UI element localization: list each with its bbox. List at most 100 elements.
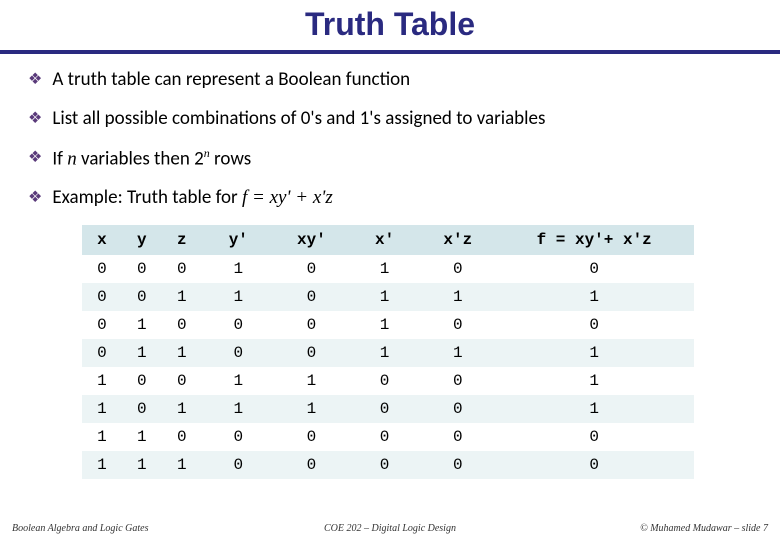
title-bar: Truth Table <box>0 0 780 54</box>
table-cell: 1 <box>162 283 202 311</box>
table-cell: 1 <box>82 423 122 451</box>
bullet-item: ❖ Example: Truth table for f = xy' + x'z <box>28 186 752 209</box>
table-cell: 0 <box>494 311 694 339</box>
table-cell: 1 <box>122 339 162 367</box>
table-cell: 1 <box>122 423 162 451</box>
footer: Boolean Algebra and Logic Gates COE 202 … <box>0 523 780 534</box>
table-cell: 1 <box>202 283 275 311</box>
table-cell: 1 <box>202 367 275 395</box>
content-area: ❖ A truth table can represent a Boolean … <box>0 54 780 479</box>
table-header-row: x y z y' xy' x' x'z f = xy'+ x'z <box>82 225 694 255</box>
table-cell: 0 <box>348 367 421 395</box>
table-cell: 1 <box>494 283 694 311</box>
variable-n: n <box>67 148 77 169</box>
text-fragment: variables then 2 <box>77 147 204 170</box>
table-cell: 1 <box>122 311 162 339</box>
col-header: y <box>122 225 162 255</box>
table-cell: 1 <box>202 395 275 423</box>
table-cell: 0 <box>494 451 694 479</box>
table-cell: 1 <box>348 255 421 283</box>
footer-left: Boolean Algebra and Logic Gates <box>12 523 264 534</box>
table-cell: 1 <box>82 451 122 479</box>
table-cell: 0 <box>202 311 275 339</box>
table-cell: 0 <box>421 255 494 283</box>
table-cell: 0 <box>421 395 494 423</box>
table-cell: 0 <box>421 423 494 451</box>
diamond-icon: ❖ <box>28 72 42 88</box>
table-cell: 0 <box>348 395 421 423</box>
table-cell: 1 <box>82 367 122 395</box>
table-cell: 0 <box>122 255 162 283</box>
table-cell: 1 <box>348 339 421 367</box>
bullet-text: Example: Truth table for f = xy' + x'z <box>52 186 332 209</box>
col-header: z <box>162 225 202 255</box>
diamond-icon: ❖ <box>28 150 42 166</box>
table-cell: 0 <box>275 311 348 339</box>
table-cell: 1 <box>122 451 162 479</box>
col-header: xy' <box>275 225 348 255</box>
table-row: 00010100 <box>82 255 694 283</box>
bullet-text: List all possible combinations of 0's an… <box>52 107 545 130</box>
bullet-item: ❖ List all possible combinations of 0's … <box>28 107 752 130</box>
table-cell: 0 <box>348 423 421 451</box>
col-header: f = xy'+ x'z <box>494 225 694 255</box>
table-cell: 1 <box>494 367 694 395</box>
table-row: 11000000 <box>82 423 694 451</box>
table-cell: 1 <box>202 255 275 283</box>
table-cell: 0 <box>82 339 122 367</box>
table-cell: 0 <box>275 339 348 367</box>
col-header: y' <box>202 225 275 255</box>
table-cell: 0 <box>82 311 122 339</box>
table-cell: 0 <box>275 423 348 451</box>
bullet-text: If n variables then 2n rows <box>52 146 251 170</box>
col-header: x' <box>348 225 421 255</box>
col-header: x'z <box>421 225 494 255</box>
table-cell: 0 <box>202 423 275 451</box>
diamond-icon: ❖ <box>28 190 42 206</box>
table-cell: 1 <box>348 283 421 311</box>
table-body: 0001010000110111010001000110011110011001… <box>82 255 694 479</box>
table-cell: 0 <box>122 395 162 423</box>
table-cell: 0 <box>162 423 202 451</box>
table-row: 01000100 <box>82 311 694 339</box>
text-fragment: rows <box>210 147 251 170</box>
table-cell: 0 <box>162 367 202 395</box>
table-cell: 0 <box>494 423 694 451</box>
bullet-text: A truth table can represent a Boolean fu… <box>52 68 410 91</box>
table-row: 10111001 <box>82 395 694 423</box>
table-cell: 0 <box>494 255 694 283</box>
col-header: x <box>82 225 122 255</box>
footer-mid: COE 202 – Digital Logic Design <box>264 523 516 534</box>
table-cell: 1 <box>162 395 202 423</box>
table-row: 01100111 <box>82 339 694 367</box>
table-cell: 1 <box>348 311 421 339</box>
bullet-item: ❖ If n variables then 2n rows <box>28 146 752 170</box>
table-cell: 1 <box>494 339 694 367</box>
text-fragment: If <box>52 147 67 170</box>
table-cell: 0 <box>421 451 494 479</box>
table-cell: 0 <box>162 311 202 339</box>
table-cell: 0 <box>275 451 348 479</box>
table-cell: 0 <box>82 283 122 311</box>
footer-right: © Muhamed Mudawar – slide 7 <box>516 523 768 534</box>
equation: f = xy' + x'z <box>242 187 333 208</box>
table-cell: 0 <box>275 255 348 283</box>
table-cell: 0 <box>421 311 494 339</box>
table-cell: 0 <box>202 339 275 367</box>
table-cell: 0 <box>122 367 162 395</box>
table-cell: 1 <box>82 395 122 423</box>
truth-table: x y z y' xy' x' x'z f = xy'+ x'z 0001010… <box>82 225 694 479</box>
table-cell: 0 <box>421 367 494 395</box>
table-cell: 0 <box>122 283 162 311</box>
table-cell: 0 <box>275 283 348 311</box>
table-cell: 0 <box>202 451 275 479</box>
text-fragment: Example: Truth table for <box>52 186 242 209</box>
diamond-icon: ❖ <box>28 111 42 127</box>
table-cell: 1 <box>494 395 694 423</box>
table-cell: 1 <box>275 395 348 423</box>
table-cell: 1 <box>421 283 494 311</box>
bullet-item: ❖ A truth table can represent a Boolean … <box>28 68 752 91</box>
table-cell: 0 <box>348 451 421 479</box>
table-cell: 1 <box>421 339 494 367</box>
table-cell: 1 <box>275 367 348 395</box>
